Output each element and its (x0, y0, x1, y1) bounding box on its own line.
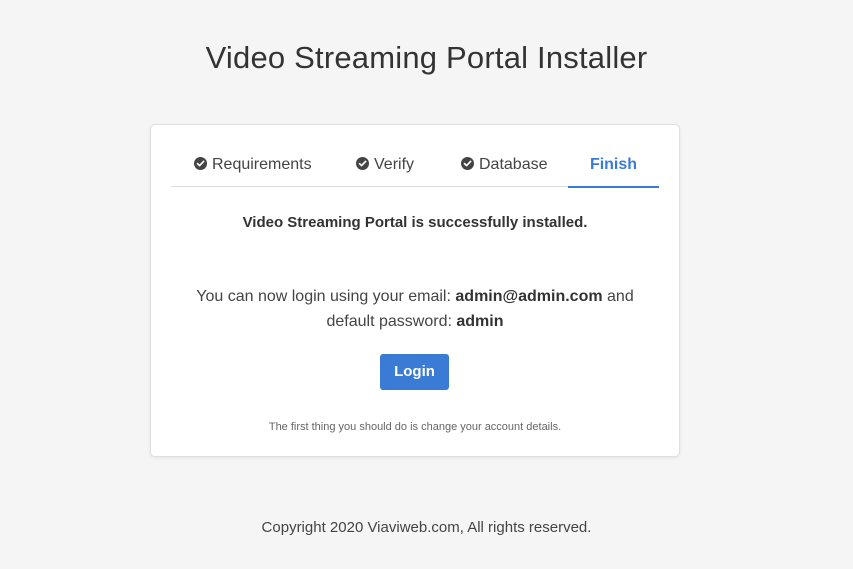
tab-requirements-label: Requirements (212, 156, 312, 173)
check-circle-icon (194, 157, 207, 170)
admin-email: admin@admin.com (455, 288, 603, 305)
tab-database[interactable]: Database (461, 143, 548, 186)
login-prefix-text: You can now login using your email: (196, 288, 451, 305)
page-title: Video Streaming Portal Installer (205, 40, 648, 75)
installer-steps-tabs: Requirements Verify Database Finish (171, 143, 659, 188)
account-hint: The first thing you should do is change … (268, 421, 562, 433)
admin-password: admin (456, 313, 504, 330)
tab-database-label: Database (479, 156, 548, 173)
tab-finish-label: Finish (589, 156, 638, 173)
footer-copyright: Copyright 2020 Viaviweb.com, All rights … (261, 519, 592, 536)
password-prefix-text: default password: (326, 313, 452, 330)
login-middle-text: and (607, 288, 634, 305)
success-message: Video Streaming Portal is successfully i… (242, 214, 588, 231)
login-button[interactable]: Login (380, 354, 449, 390)
check-circle-icon (356, 157, 369, 170)
tab-requirements[interactable]: Requirements (194, 143, 312, 186)
check-circle-icon (461, 157, 474, 170)
tab-verify-label: Verify (374, 156, 415, 173)
tab-finish[interactable]: Finish (568, 143, 659, 188)
login-info: You can now login using your email: admi… (151, 284, 679, 334)
installer-card: Requirements Verify Database Finish Vide… (150, 124, 680, 457)
tab-verify[interactable]: Verify (356, 143, 414, 186)
